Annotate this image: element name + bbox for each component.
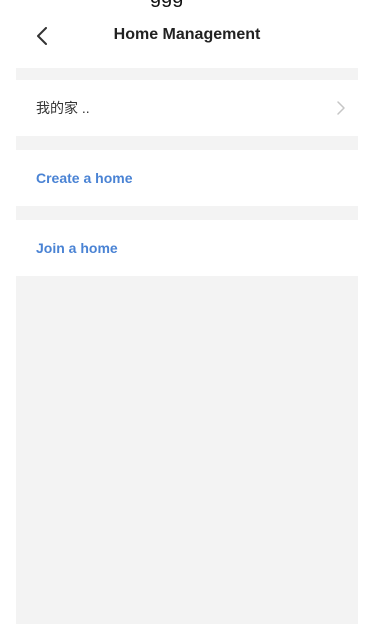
status-bar-cutoff: ggg xyxy=(0,0,374,8)
right-edge-margin xyxy=(358,0,374,630)
join-home-label: Join a home xyxy=(36,240,118,256)
nav-header: Home Management xyxy=(16,8,358,68)
status-bar-cutoff-text: ggg xyxy=(150,0,183,8)
page-title: Home Management xyxy=(113,26,261,43)
chevron-right-icon xyxy=(337,101,345,115)
join-home-button[interactable]: Join a home xyxy=(16,220,358,276)
home-management-screen: Home Management 我的家 .. Create a home Joi… xyxy=(16,8,358,624)
home-name-label: 我的家 .. xyxy=(36,100,90,116)
home-list-item[interactable]: 我的家 .. xyxy=(16,80,358,136)
create-home-button[interactable]: Create a home xyxy=(16,150,358,206)
create-home-label: Create a home xyxy=(36,170,133,186)
